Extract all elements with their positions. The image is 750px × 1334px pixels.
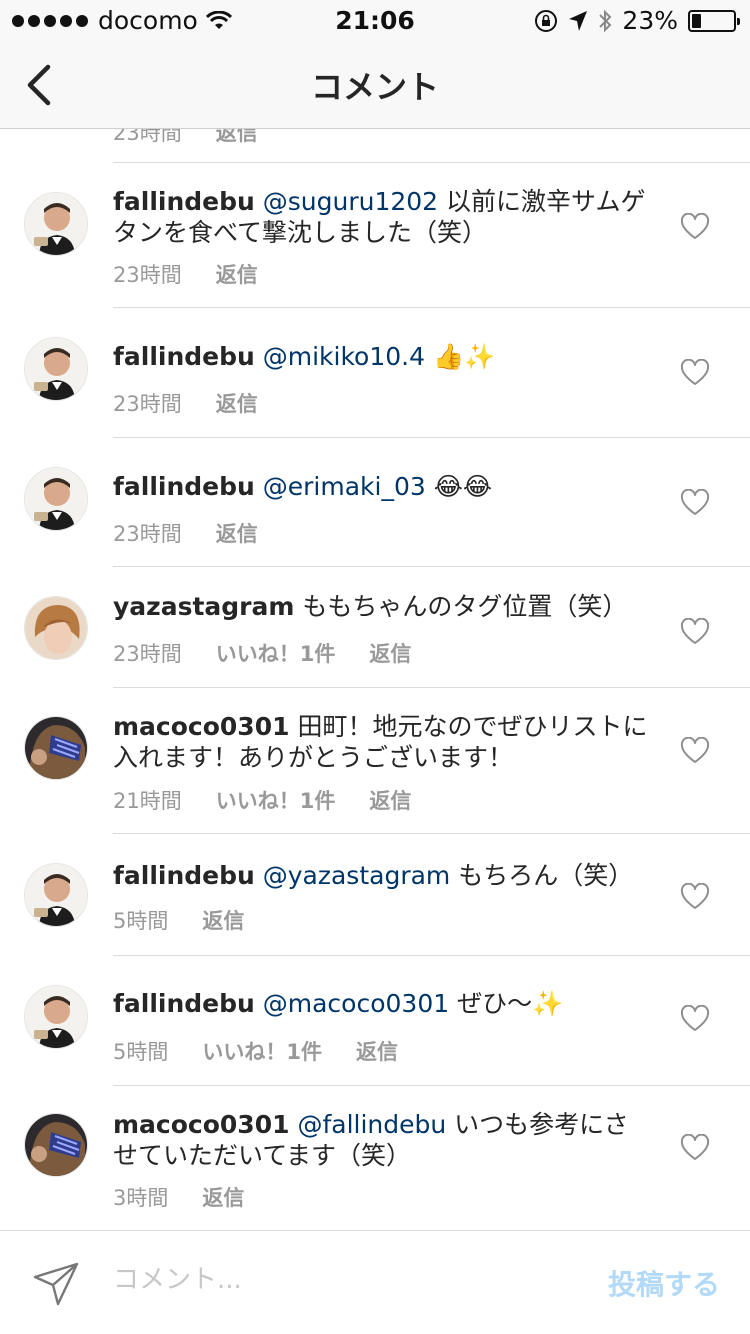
comment-mention[interactable]: @erimaki_03	[263, 472, 426, 501]
comment-username[interactable]: fallindebu	[113, 187, 255, 216]
comment-text: fallindebu @erimaki_03 😂😂	[113, 471, 653, 502]
reply-button[interactable]: 返信	[369, 785, 411, 815]
like-heart-icon[interactable]	[680, 213, 710, 241]
divider	[113, 1085, 750, 1086]
comment-username[interactable]: fallindebu	[113, 861, 255, 890]
avatar[interactable]	[24, 985, 88, 1049]
page-title: コメント	[310, 68, 439, 106]
comment-meta: 21時間 いいね！1件 返信	[113, 785, 411, 815]
reply-button[interactable]: 返信	[369, 638, 411, 668]
comment-list[interactable]: 23時間 返信 fallindebu @suguru1202 以前に激辛サムゲタン…	[0, 129, 750, 1230]
direct-send-icon[interactable]	[32, 1261, 80, 1307]
comment-username[interactable]: macoco0301	[113, 1110, 290, 1139]
reply-button[interactable]: 返信	[202, 1182, 244, 1212]
comment-text: macoco0301 @fallindebu いつも参考にさせていただいてます（…	[113, 1109, 653, 1171]
battery-icon	[688, 9, 740, 32]
avatar[interactable]	[24, 596, 88, 660]
comment-meta: 5時間 いいね！1件 返信	[113, 1036, 398, 1066]
reply-button[interactable]: 返信	[202, 905, 244, 935]
comment-username[interactable]: fallindebu	[113, 472, 255, 501]
avatar[interactable]	[24, 337, 88, 401]
bluetooth-icon	[599, 9, 612, 32]
like-heart-icon[interactable]	[680, 618, 710, 646]
comment-composer: 投稿する	[0, 1230, 750, 1334]
comment-meta: 23時間 返信	[113, 518, 258, 548]
comment-text: fallindebu @suguru1202 以前に激辛サムゲタンを食べて撃沈し…	[113, 186, 653, 248]
like-heart-icon[interactable]	[680, 1005, 710, 1033]
comment-text: macoco0301 田町！地元なのでぜひリストに入れます！ありがとうございます…	[113, 711, 653, 773]
reply-button[interactable]: 返信	[216, 259, 258, 289]
comment-meta: 5時間 返信	[113, 905, 244, 935]
nav-bar: コメント	[0, 40, 750, 129]
status-bar: docomo 21:06 23%	[0, 0, 750, 40]
comment-username[interactable]: macoco0301	[113, 712, 290, 741]
like-heart-icon[interactable]	[680, 489, 710, 517]
avatar[interactable]	[24, 467, 88, 531]
like-heart-icon[interactable]	[680, 883, 710, 911]
avatar[interactable]	[24, 192, 88, 256]
comment-text: fallindebu @macoco0301 ぜひ〜✨	[113, 988, 653, 1019]
divider	[113, 437, 750, 438]
comment-time: 23時間	[113, 642, 182, 666]
comment-likes-link[interactable]: いいね！1件	[216, 638, 336, 668]
avatar[interactable]	[24, 1113, 88, 1177]
comment-body: もちろん（笑）	[450, 861, 634, 890]
divider	[113, 307, 750, 308]
comment-mention[interactable]: @fallindebu	[297, 1110, 446, 1139]
reply-button[interactable]: 返信	[216, 518, 258, 548]
like-heart-icon[interactable]	[680, 737, 710, 765]
divider	[113, 162, 750, 163]
avatar[interactable]	[24, 716, 88, 780]
comment-body: 👍✨	[425, 342, 496, 371]
comment-mention[interactable]: @suguru1202	[263, 187, 438, 216]
reply-button[interactable]: 返信	[216, 388, 258, 418]
like-heart-icon[interactable]	[680, 1134, 710, 1162]
previous-time: 23時間	[113, 129, 182, 145]
comment-mention[interactable]: @mikiko10.4	[263, 342, 425, 371]
comment-body: ももちゃんのタグ位置（笑）	[294, 592, 628, 621]
comment-mention[interactable]: @macoco0301	[263, 989, 449, 1018]
comment-likes-link[interactable]: いいね！1件	[216, 785, 336, 815]
avatar[interactable]	[24, 863, 88, 927]
previous-comment-meta: 23時間 返信	[113, 129, 258, 147]
comment-likes-link[interactable]: いいね！1件	[202, 1036, 322, 1066]
comment-username[interactable]: fallindebu	[113, 989, 255, 1018]
battery-percent: 23%	[622, 6, 678, 35]
comment-time: 3時間	[113, 1186, 169, 1210]
divider	[113, 833, 750, 834]
comment-mention[interactable]: @yazastagram	[263, 861, 451, 890]
post-button[interactable]: 投稿する	[608, 1263, 720, 1303]
reply-button[interactable]: 返信	[356, 1036, 398, 1066]
comment-input[interactable]	[113, 1265, 533, 1295]
comment-body: ぜひ〜✨	[449, 989, 564, 1018]
rotation-lock-icon	[535, 9, 558, 32]
comment-text: fallindebu @yazastagram もちろん（笑）	[113, 860, 653, 891]
comment-time: 23時間	[113, 392, 182, 416]
status-right: 23%	[534, 6, 740, 35]
comment-time: 23時間	[113, 522, 182, 546]
comment-time: 5時間	[113, 1040, 169, 1064]
comment-time: 5時間	[113, 909, 169, 933]
location-arrow-icon	[569, 10, 588, 31]
comment-meta: 23時間 返信	[113, 388, 258, 418]
comment-meta: 23時間 いいね！1件 返信	[113, 638, 411, 668]
comment-meta: 23時間 返信	[113, 259, 258, 289]
comment-username[interactable]: fallindebu	[113, 342, 255, 371]
comment-body: 😂😂	[425, 472, 493, 501]
like-heart-icon[interactable]	[680, 359, 710, 387]
comment-time: 21時間	[113, 789, 182, 813]
previous-reply-button[interactable]: 返信	[216, 129, 258, 145]
comment-text: fallindebu @mikiko10.4 👍✨	[113, 341, 653, 372]
divider	[113, 566, 750, 567]
comment-time: 23時間	[113, 263, 182, 287]
divider	[113, 687, 750, 688]
comment-meta: 3時間 返信	[113, 1182, 244, 1212]
comment-username[interactable]: yazastagram	[113, 592, 294, 621]
comment-text: yazastagram ももちゃんのタグ位置（笑）	[113, 591, 653, 622]
divider	[113, 955, 750, 956]
